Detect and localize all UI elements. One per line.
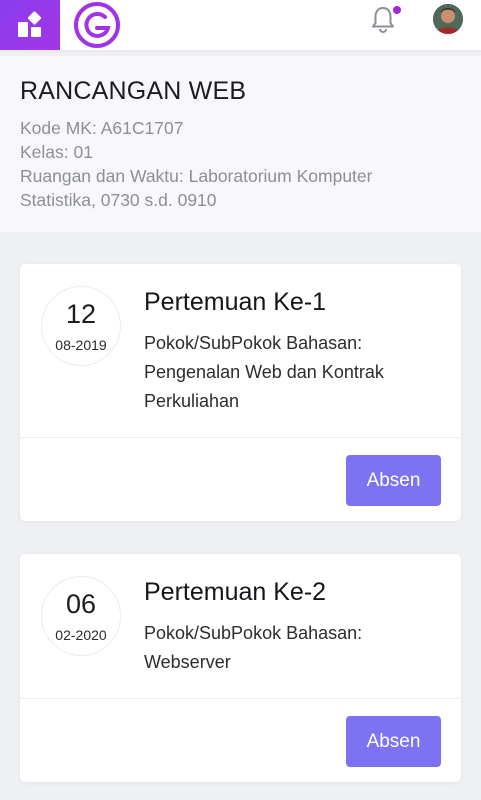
date-month-year: 02-2020 [55, 627, 107, 643]
meeting-card: 12 08-2019 Pertemuan Ke-1 Pokok/SubPokok… [20, 264, 461, 521]
card-divider [20, 698, 461, 699]
avatar[interactable] [433, 4, 463, 34]
course-room-time: Ruangan dan Waktu: Laboratorium Komputer… [20, 166, 373, 210]
top-navigation-bar [0, 0, 481, 50]
date-day: 12 [65, 299, 97, 329]
g-logo-icon[interactable] [74, 2, 120, 48]
date-month-year: 08-2019 [55, 337, 107, 353]
date-day: 06 [65, 589, 97, 619]
notification-badge [393, 6, 401, 14]
course-class: Kelas: 01 [20, 142, 93, 162]
absen-button[interactable]: Absen [346, 455, 441, 506]
absen-button[interactable]: Absen [346, 716, 441, 767]
meeting-title: Pertemuan Ke-1 [144, 288, 327, 316]
card-divider [20, 437, 461, 438]
meeting-card: 06 02-2020 Pertemuan Ke-2 Pokok/SubPokok… [20, 554, 461, 782]
meeting-title: Pertemuan Ke-2 [144, 578, 327, 606]
date-badge: 06 02-2020 [41, 576, 121, 656]
course-header: RANCANGAN WEB Kode MK: A61C1707 Kelas: 0… [0, 56, 481, 232]
course-title: RANCANGAN WEB [20, 77, 247, 105]
course-code: Kode MK: A61C1707 [20, 118, 184, 138]
menu-button[interactable] [0, 0, 60, 50]
meeting-topic: Pokok/SubPokok Bahasan: Pengenalan Web d… [144, 333, 384, 411]
meeting-topic: Pokok/SubPokok Bahasan: Webserver [144, 623, 363, 672]
dashboard-grid-icon [18, 11, 42, 37]
date-badge: 12 08-2019 [41, 286, 121, 366]
